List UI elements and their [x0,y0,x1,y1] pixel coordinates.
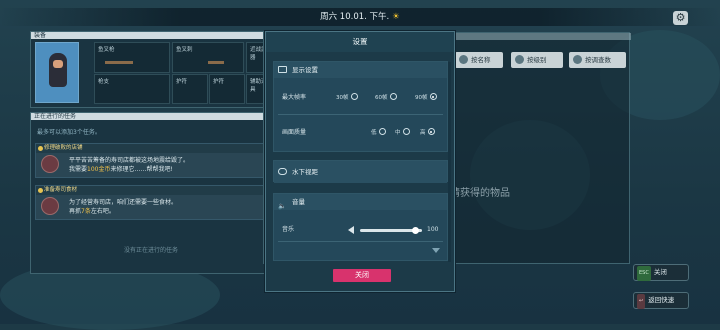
sort-by-name-button[interactable]: 按名称 [455,52,503,68]
quest-card[interactable]: 准备寿司食材 为了经营寿司店，咱们还需要一些食材。 再抓7条左右吧。 [35,185,267,220]
settings-title: 设置 [266,32,454,52]
gear-icon[interactable]: ⚙ [673,11,688,25]
slot-harpoon-gun[interactable]: 鱼叉枪 [94,42,170,73]
slot-harpoon-tip[interactable]: 鱼叉刺 [172,42,244,73]
equipment-panel: 装备 鱼叉枪 鱼叉刺 近战武器 枪支 护符 护符 辅助道具 [30,31,271,108]
settings-scrollbar[interactable] [448,62,451,262]
radio-icon [402,128,410,135]
radio-icon [378,128,386,135]
quest-description: 为了经营寿司店，咱们还需要一些食材。 再抓7条左右吧。 [69,199,178,215]
quest-card[interactable]: 修理破败的店铺 平平苦苦筹备的寿司店都被这场地震给毁了。 我需要100金币来修理… [35,143,267,178]
equipment-header: 装备 [31,32,269,39]
item-empty-text: 请获得的物品 [450,188,510,199]
monitor-icon [278,66,287,73]
music-volume-value: 100 [427,226,439,233]
esc-key-icon: ESC [637,266,651,281]
date-text: 周六 10.01. 下午. [320,12,390,22]
radio-icon [350,93,358,100]
close-button[interactable]: ESC 关闭 [633,264,689,281]
sort-icon [515,55,524,64]
quest-panel: 正在进行的任务 最多可以添加3个任务。 修理破败的店铺 平平苦苦筹备的寿司店都被… [30,112,270,274]
underwater-view-section[interactable]: 水下视距 [273,160,448,183]
radio-selected-icon [429,93,437,100]
sort-by-level-button[interactable]: 按级别 [511,52,563,68]
radio-selected-icon [427,128,435,135]
quest-empty-text: 没有正在进行的任务 [123,247,178,254]
character-portrait [35,42,79,103]
quest-title: 修理破败的店铺 [44,145,83,151]
display-settings-section: 显示设置 最大帧率 30帧 60帧 90帧 画面质量 低 中 高 [273,61,448,152]
date-bar: 周六 10.01. 下午. ☀ [0,8,720,26]
back-button[interactable]: ↩ 返回快速 [633,292,689,309]
volume-down-icon[interactable] [348,226,354,234]
music-row: 音乐 100 [282,224,441,236]
back-key-icon: ↩ [637,294,646,309]
quality-low[interactable]: 低 [371,127,386,139]
radio-icon [389,93,397,100]
quest-marker-icon [38,188,43,193]
framerate-90[interactable]: 90帧 [415,92,437,104]
quality-high[interactable]: 高 [420,127,435,139]
quest-description: 平平苦苦筹备的寿司店都被这场地震给毁了。 我需要100金币来修理它……帮帮我吧! [69,157,190,173]
framerate-60[interactable]: 60帧 [375,92,397,104]
slot-gun[interactable]: 枪支 [94,74,170,104]
sort-by-survey-button[interactable]: 按调查数 [569,52,626,68]
framerate-row: 最大帧率 30帧 60帧 90帧 [282,92,441,104]
quest-title: 准备寿司食材 [44,187,78,193]
slot-charm-2[interactable]: 护符 [209,74,245,104]
npc-avatar [41,155,59,173]
quest-header: 正在进行的任务 [31,113,269,120]
settings-dialog: 设置 显示设置 最大帧率 30帧 60帧 90帧 画面质量 低 中 高 水下视距… [265,31,455,292]
npc-avatar [41,197,59,215]
expand-chevron-icon[interactable] [432,248,440,253]
goggles-icon [278,168,287,175]
speaker-icon: 🔈 [278,202,287,210]
close-settings-button[interactable]: 关闭 [333,269,391,282]
sort-icon [573,55,582,64]
quality-row: 画面质量 低 中 高 [282,127,441,139]
framerate-30[interactable]: 30帧 [336,92,358,104]
slot-charm-1[interactable]: 护符 [172,74,208,104]
quality-mid[interactable]: 中 [395,127,410,139]
slider-knob[interactable] [412,227,419,234]
quest-marker-icon [38,146,43,151]
sun-icon: ☀ [392,12,400,22]
quest-hint: 最多可以添加3个任务。 [37,129,101,136]
volume-section: 🔈 音量 音乐 100 [273,193,448,261]
music-volume-slider[interactable] [360,227,422,234]
sort-icon [459,55,468,64]
